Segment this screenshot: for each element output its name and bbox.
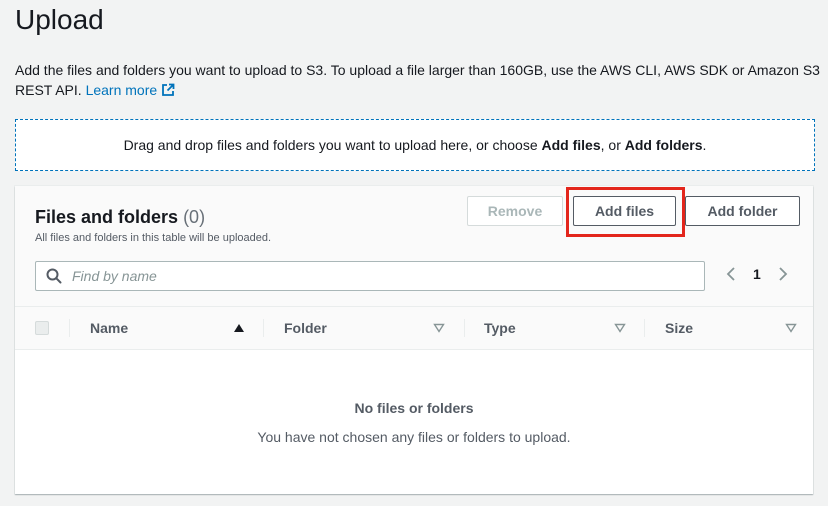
column-label-name: Name bbox=[90, 320, 129, 336]
column-divider bbox=[464, 319, 465, 337]
dropzone-text-after: . bbox=[702, 137, 707, 153]
current-page-number[interactable]: 1 bbox=[753, 266, 761, 282]
column-label-folder: Folder bbox=[284, 320, 327, 336]
highlight-box bbox=[566, 187, 685, 237]
dropzone-add-folders-text: Add folders bbox=[624, 137, 703, 153]
remove-button[interactable]: Remove bbox=[467, 196, 563, 226]
pagination: 1 bbox=[725, 266, 789, 282]
select-all-checkbox[interactable] bbox=[35, 321, 49, 335]
panel-subtitle: All files and folders in this table will… bbox=[35, 232, 272, 244]
panel-title: Files and folders (0) bbox=[35, 206, 205, 228]
dropzone-text: Drag and drop files and folders you want… bbox=[124, 137, 707, 153]
panel-header: Files and folders (0) All files and fold… bbox=[15, 186, 813, 307]
learn-more-link[interactable]: Learn more bbox=[86, 82, 176, 98]
external-link-icon bbox=[161, 82, 175, 102]
file-count: (0) bbox=[183, 207, 206, 227]
chevron-left-icon[interactable] bbox=[725, 266, 737, 282]
chevron-right-icon[interactable] bbox=[777, 266, 789, 282]
page-description: Add the files and folders you want to up… bbox=[15, 60, 820, 102]
sort-descending-icon[interactable] bbox=[785, 323, 797, 333]
search-field[interactable] bbox=[35, 261, 705, 291]
column-divider bbox=[263, 319, 264, 337]
add-folder-button[interactable]: Add folder bbox=[685, 196, 800, 226]
sort-descending-icon[interactable] bbox=[433, 323, 445, 333]
dropzone-add-files-text: Add files bbox=[541, 137, 601, 153]
empty-state-title: No files or folders bbox=[354, 400, 474, 416]
column-header-name[interactable]: Name bbox=[90, 307, 265, 349]
search-icon bbox=[46, 268, 62, 284]
empty-state-description: You have not chosen any files or folders… bbox=[257, 429, 571, 445]
column-header-type[interactable]: Type bbox=[484, 307, 644, 349]
files-and-folders-panel: Files and folders (0) All files and fold… bbox=[15, 186, 813, 494]
dropzone-text-before: Drag and drop files and folders you want… bbox=[123, 137, 542, 153]
page-title: Upload bbox=[15, 4, 104, 35]
search-input[interactable] bbox=[70, 267, 704, 285]
column-label-type: Type bbox=[484, 320, 516, 336]
column-divider bbox=[69, 319, 70, 337]
sort-ascending-icon[interactable] bbox=[233, 323, 245, 333]
panel-title-text: Files and folders bbox=[35, 207, 179, 227]
upload-dropzone[interactable]: Drag and drop files and folders you want… bbox=[15, 119, 815, 171]
column-label-size: Size bbox=[665, 320, 694, 336]
sort-descending-icon[interactable] bbox=[614, 323, 626, 333]
column-header-size[interactable]: Size bbox=[665, 307, 805, 349]
learn-more-label: Learn more bbox=[85, 82, 158, 98]
column-divider bbox=[644, 319, 645, 337]
column-header-folder[interactable]: Folder bbox=[284, 307, 459, 349]
dropzone-text-middle: , or bbox=[600, 137, 625, 153]
table-header: Name Folder Type Size bbox=[15, 307, 813, 350]
